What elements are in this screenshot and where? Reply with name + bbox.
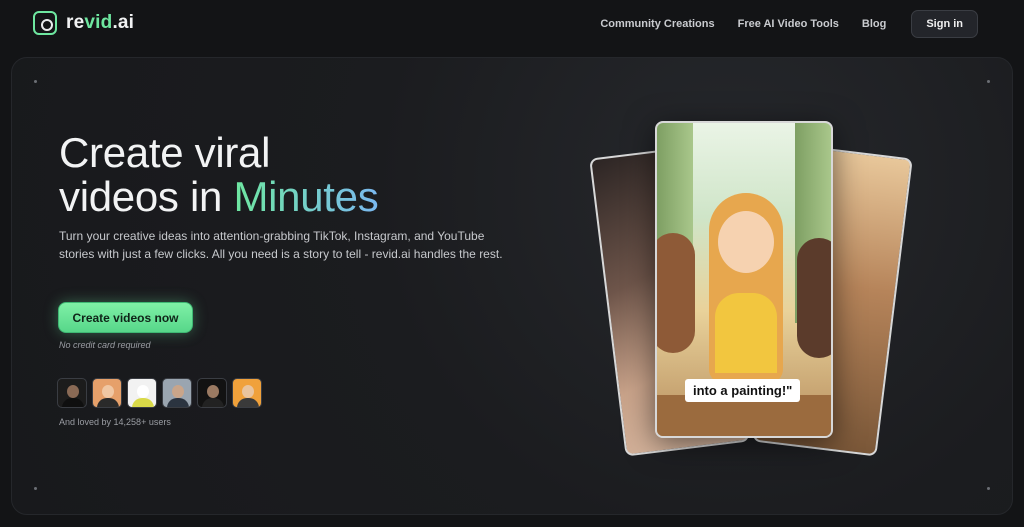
user-avatar	[162, 378, 192, 408]
user-avatars	[57, 378, 267, 408]
corner-dot	[34, 487, 37, 490]
girl-dress	[715, 293, 777, 373]
sign-in-button[interactable]: Sign in	[911, 10, 978, 38]
hero-panel: Create viral videos in Minutes Turn your…	[11, 57, 1013, 515]
user-avatar	[57, 378, 87, 408]
nav-link-free-ai-video-tools[interactable]: Free AI Video Tools	[738, 18, 839, 30]
avatar-head	[102, 385, 114, 398]
nav-link-blog[interactable]: Blog	[862, 18, 886, 30]
avatar-body	[237, 398, 259, 407]
nav-links: Community Creations Free AI Video Tools …	[600, 10, 978, 38]
girl-face	[718, 211, 774, 273]
video-caption: into a painting!"	[685, 379, 801, 402]
avatar-head	[172, 385, 184, 398]
no-credit-card-note: No credit card required	[59, 340, 151, 350]
preview-card-center[interactable]: into a painting!"	[655, 121, 833, 438]
corner-dot	[987, 487, 990, 490]
avatar-body	[97, 398, 119, 407]
avatar-body	[167, 398, 189, 407]
child-left	[657, 233, 695, 353]
top-nav: revid.ai Community Creations Free AI Vid…	[0, 0, 1024, 46]
nav-link-community-creations[interactable]: Community Creations	[600, 18, 714, 30]
corner-dot	[987, 80, 990, 83]
user-avatar	[197, 378, 227, 408]
camera-icon	[33, 11, 57, 35]
avatar-head	[207, 385, 219, 398]
loved-by-count: And loved by 14,258+ users	[59, 417, 171, 427]
avatar-body	[202, 398, 224, 407]
create-videos-button[interactable]: Create videos now	[58, 302, 193, 333]
hero-title-highlight: Minutes	[233, 173, 379, 220]
avatar-body	[132, 398, 154, 407]
avatar-body	[62, 398, 84, 407]
hero-title: Create viral videos in Minutes	[59, 129, 379, 220]
child-right	[797, 238, 831, 358]
avatar-head	[242, 385, 254, 398]
user-avatar	[92, 378, 122, 408]
logo-text: revid.ai	[66, 12, 135, 33]
logo[interactable]: revid.ai	[33, 11, 134, 35]
corner-dot	[34, 80, 37, 83]
hero-subtitle: Turn your creative ideas into attention-…	[59, 229, 503, 261]
user-avatar	[127, 378, 157, 408]
avatar-head	[137, 385, 149, 398]
avatar-head	[67, 385, 79, 398]
video-preview-cards: into a painting!"	[587, 118, 917, 463]
user-avatar	[232, 378, 262, 408]
